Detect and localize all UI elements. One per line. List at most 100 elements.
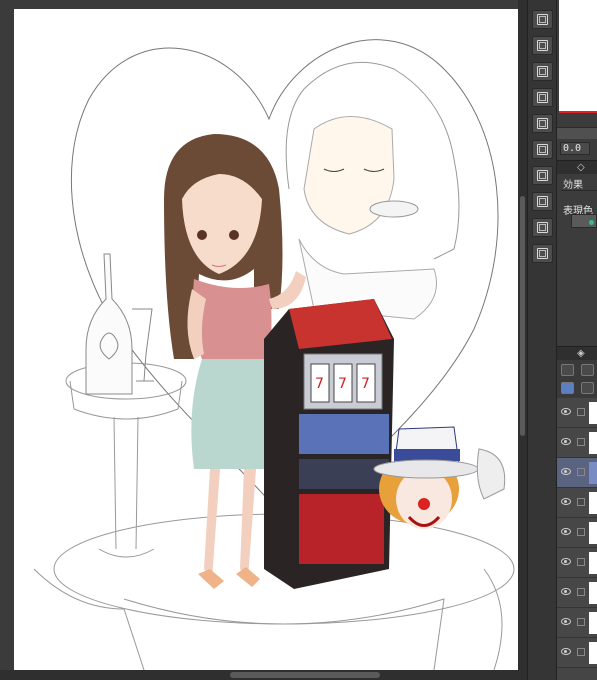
eye-icon[interactable] (561, 408, 571, 415)
invert-selection-button[interactable] (532, 88, 553, 107)
lock-icon[interactable] (577, 618, 585, 626)
reel-7-3: 7 (361, 376, 370, 392)
transform-button[interactable] (532, 192, 553, 211)
command-bar (527, 0, 557, 680)
vertical-scroll-thumb[interactable] (520, 196, 525, 436)
clip-studio-window: 7 7 7 ▲ (0, 0, 597, 680)
lock-icon[interactable] (577, 468, 585, 476)
slot-logo-panel (299, 414, 389, 454)
layer-row[interactable] (557, 458, 597, 488)
deselect-button[interactable] (532, 218, 553, 237)
zoom-value: 0.0 (563, 143, 582, 154)
clear-layer-button[interactable] (532, 10, 553, 29)
effect-divider (561, 190, 597, 191)
layer-row[interactable] (557, 548, 597, 578)
layer-row[interactable] (557, 608, 597, 638)
scale-icon (537, 170, 548, 181)
layer-thumbnail (589, 432, 597, 454)
layer-thumbnail (589, 612, 597, 634)
layer-row[interactable] (557, 488, 597, 518)
layer-color-button[interactable] (581, 364, 594, 376)
horizontal-scroll-thumb[interactable] (230, 672, 380, 678)
clown-nose (418, 498, 430, 510)
champagne-glass (132, 308, 154, 382)
eye-icon[interactable] (561, 528, 571, 535)
convert-layer-button[interactable] (532, 244, 553, 263)
girl-right-eye (229, 230, 239, 240)
lock-icon[interactable] (577, 438, 585, 446)
table-leg (69, 380, 183, 558)
slot-lower-panel (299, 494, 384, 564)
layer-toolbar (557, 360, 597, 398)
blend-mode-select[interactable] (561, 364, 574, 376)
ghost-girl-face (303, 116, 395, 235)
clown-hat-band (394, 449, 460, 461)
vertical-scrollbar[interactable] (518, 0, 527, 670)
layer-row[interactable] (557, 638, 597, 668)
eye-icon[interactable] (561, 498, 571, 505)
canvas-area[interactable]: 7 7 7 (0, 0, 518, 670)
girl-shoes (198, 567, 260, 589)
tool-property-body (557, 232, 597, 346)
transform-icon (537, 196, 548, 207)
clown-hat-brim (373, 459, 479, 479)
zoom-slider[interactable] (557, 127, 597, 139)
layer-panel-icon: ◈ (577, 348, 585, 359)
layer-thumbnail (589, 642, 597, 664)
expand-icon (537, 118, 548, 129)
horizontal-scrollbar[interactable] (0, 670, 527, 680)
deselect-icon (537, 222, 548, 233)
reel-7-1: 7 (315, 376, 324, 392)
tool-property-icon: ◇ (577, 162, 585, 173)
eye-icon[interactable] (561, 648, 571, 655)
clown-glove (476, 448, 506, 500)
shrink-selection-button[interactable] (532, 140, 553, 159)
effect-label: 効果 (563, 180, 583, 191)
layer-row[interactable] (557, 578, 597, 608)
eye-icon[interactable] (561, 588, 571, 595)
clear-outside-icon (537, 40, 548, 51)
slot-button-panel (299, 459, 389, 489)
eye-icon[interactable] (561, 468, 571, 475)
layer-thumbnail (589, 492, 597, 514)
clear-icon (537, 14, 548, 25)
layer-thumbnail (589, 522, 597, 544)
expand-selection-button[interactable] (532, 114, 553, 133)
navigator-view-frame (559, 111, 597, 113)
girl-top (192, 279, 272, 364)
champagne-bottle (85, 253, 133, 395)
layer-row[interactable] (557, 518, 597, 548)
artwork: 7 7 7 (33, 39, 515, 670)
fill-icon (537, 66, 548, 77)
lock-icon[interactable] (577, 498, 585, 506)
convert-icon (537, 248, 548, 259)
eye-icon[interactable] (561, 558, 571, 565)
clear-outside-selection-button[interactable] (532, 36, 553, 55)
eye-icon[interactable] (561, 618, 571, 625)
girl-legs (204, 469, 256, 579)
lock-icon[interactable] (577, 408, 585, 416)
reference-layer-button[interactable] (581, 382, 594, 394)
stage-ribbons (33, 568, 503, 670)
lock-icon[interactable] (577, 558, 585, 566)
layer-list[interactable] (557, 398, 597, 680)
girl-left-eye (197, 230, 207, 240)
lock-icon[interactable] (577, 588, 585, 596)
canvas-paper[interactable]: 7 7 7 (14, 9, 518, 670)
scale-button[interactable] (532, 166, 553, 185)
eye-icon[interactable] (561, 438, 571, 445)
reel-7-2: 7 (338, 376, 347, 392)
lock-icon[interactable] (577, 648, 585, 656)
lock-icon[interactable] (577, 528, 585, 536)
layer-row[interactable] (557, 428, 597, 458)
expression-color-indicator (589, 220, 594, 225)
layer-mask-button[interactable] (561, 382, 574, 394)
navigator-preview[interactable] (559, 0, 597, 112)
layer-thumbnail (589, 552, 597, 574)
fill-button[interactable] (532, 62, 553, 81)
layer-row[interactable] (557, 398, 597, 428)
ghost-girl-cup (369, 200, 419, 218)
layer-thumbnail (589, 582, 597, 604)
invert-icon (537, 92, 548, 103)
layer-thumbnail (589, 402, 597, 424)
